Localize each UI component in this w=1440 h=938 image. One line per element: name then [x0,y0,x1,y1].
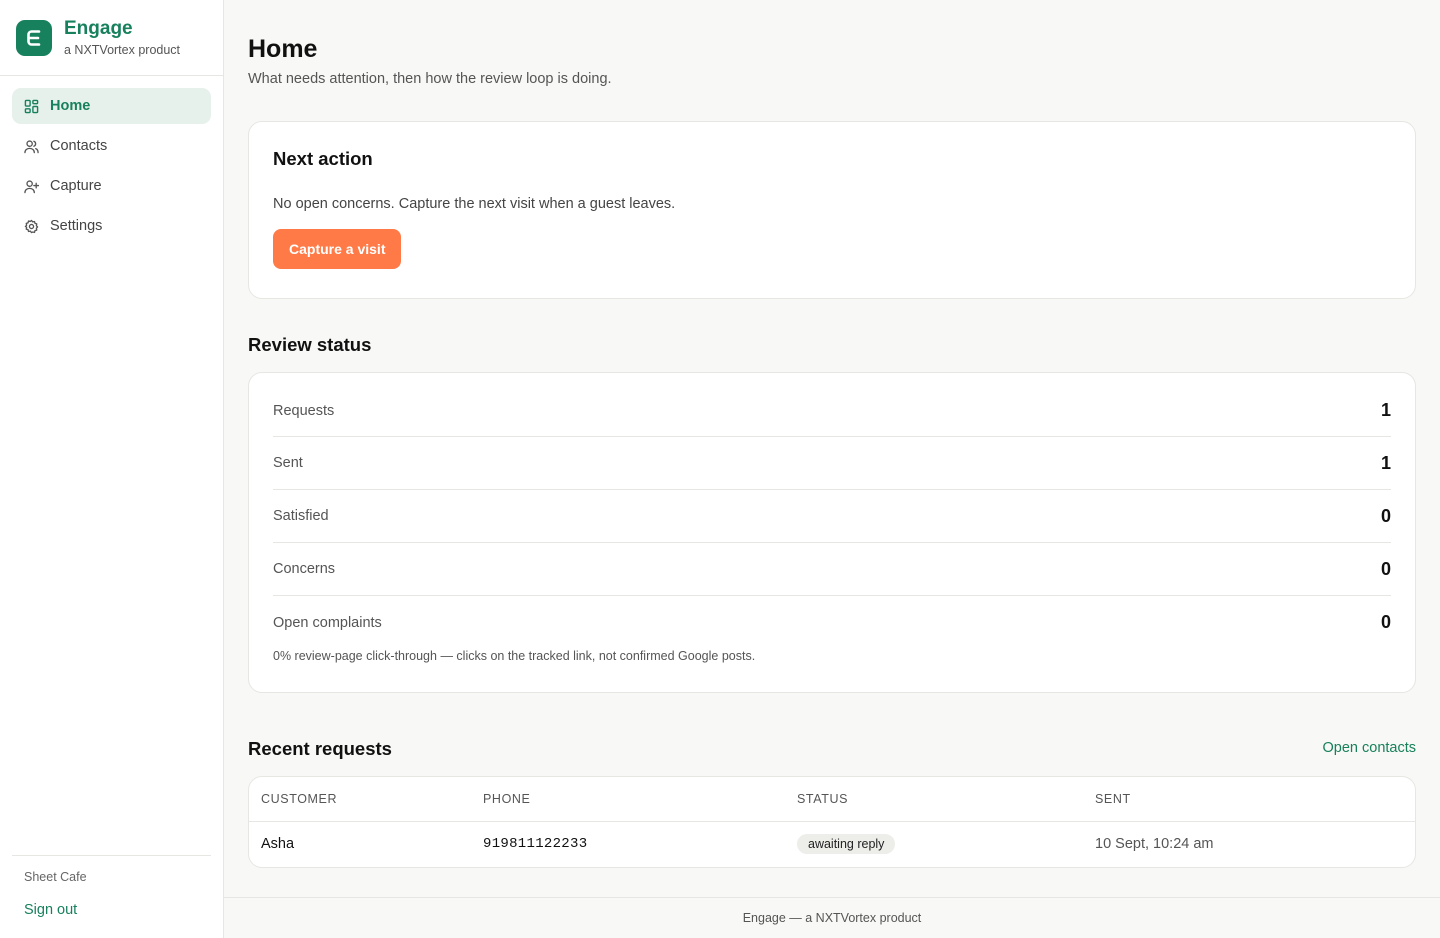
column-header-status: STATUS [785,777,1083,822]
stat-row-satisfied: Satisfied 0 [273,490,1391,543]
stat-value: 1 [1380,400,1391,420]
sign-out-link[interactable]: Sign out [24,902,199,918]
recent-requests-header: Recent requests Open contacts [248,738,1416,760]
open-contacts-link[interactable]: Open contacts [1323,740,1417,760]
status-badge: awaiting reply [797,834,896,855]
table-header-row: CUSTOMER PHONE STATUS SENT [249,777,1415,822]
recent-requests-title: Recent requests [248,738,392,759]
phone-cell: 919811122233 [483,836,588,853]
next-action-title: Next action [273,148,373,169]
sidebar-item-label: Home [50,98,91,114]
page-title: Home [248,35,318,63]
dashboard-icon [24,99,39,113]
stat-label: Open complaints [273,614,382,631]
user-plus-icon [24,179,39,193]
brand-tagline: a NXTVortex product [64,42,181,57]
stat-label: Concerns [273,561,336,577]
next-action-card: Next action No open concerns. Capture th… [248,121,1416,299]
status-cell: awaiting reply [785,821,1083,867]
sidebar-item-contacts[interactable]: Contacts [12,128,211,164]
stat-row-open-complaints: Open complaints 0 [273,596,1391,649]
stat-value: 0 [1380,558,1391,579]
stat-value: 1 [1380,452,1391,473]
stat-row-concerns: Concerns 0 [273,543,1391,596]
table-row[interactable]: Asha 919811122233 awaiting reply 10 Sept… [249,821,1415,867]
main-content: Home What needs attention, then how the … [224,0,1440,938]
sidebar-item-label: Capture [50,178,102,194]
recent-requests-table-card: CUSTOMER PHONE STATUS SENT Asha 91981112… [248,776,1416,868]
page-footer: Engage — a NXTVortex product [224,897,1440,938]
stat-value: 0 [1380,612,1391,632]
sidebar-item-capture[interactable]: Capture [12,168,211,204]
sidebar-item-settings[interactable]: Settings [12,208,211,244]
users-icon [24,139,39,153]
sidebar-footer: Sheet Cafe Sign out [12,855,211,938]
stat-label: Sent [273,455,303,471]
stat-label: Requests [273,402,335,419]
stat-value: 0 [1380,505,1391,526]
sent-cell: 10 Sept, 10:24 am [1095,836,1214,853]
column-header-phone: PHONE [471,777,785,822]
column-header-sent: SENT [1083,777,1415,822]
stat-row-requests: Requests 1 [273,373,1391,437]
review-status-card: Requests 1 Sent 1 Satisfied 0 Concerns 0… [248,372,1416,693]
sidebar: Engage a NXTVortex product Home Contacts… [0,0,224,938]
capture-visit-button[interactable]: Capture a visit [273,229,402,269]
sidebar-nav: Home Contacts Capture Settings [0,76,223,260]
column-header-customer: CUSTOMER [249,777,471,822]
brand[interactable]: Engage a NXTVortex product [0,0,223,76]
click-through-note: 0% review-page click-through — clicks on… [273,649,756,663]
next-action-text: No open concerns. Capture the next visit… [273,196,676,212]
brand-name: Engage [64,17,133,39]
sidebar-item-home[interactable]: Home [12,88,211,124]
stat-label: Satisfied [273,508,329,524]
workspace-name: Sheet Cafe [24,870,87,884]
engage-logo-icon [16,19,52,56]
page-subtitle: What needs attention, then how the revie… [248,71,612,87]
review-status-title: Review status [248,334,372,355]
stat-row-sent: Sent 1 [273,437,1391,490]
recent-requests-table: CUSTOMER PHONE STATUS SENT Asha 91981112… [249,777,1415,867]
customer-cell: Asha [261,836,295,853]
gear-icon [24,219,39,233]
sidebar-item-label: Contacts [50,138,108,154]
sidebar-item-label: Settings [50,218,103,234]
